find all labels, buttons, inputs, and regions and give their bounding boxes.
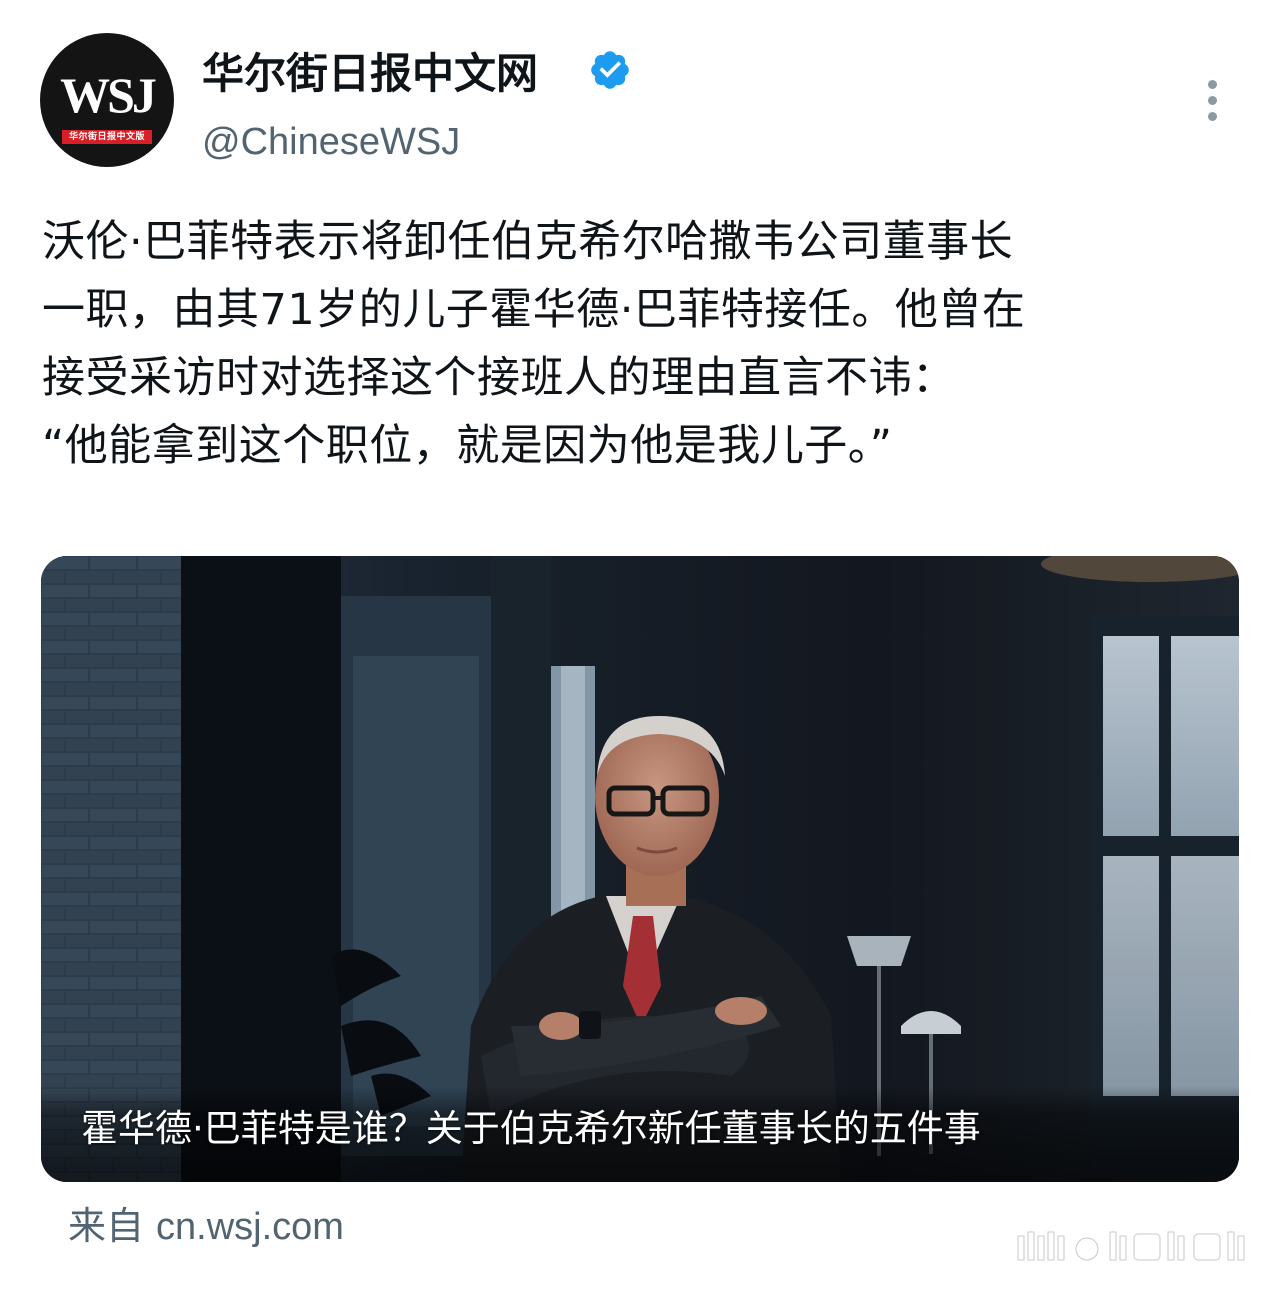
tweet-text-line: “他能拿到这个职位，就是因为他是我儿子。” [42,421,893,471]
more-vertical-icon[interactable] [1196,74,1230,128]
tweet-header: WSJ 华尔街日报中文版 华尔街日报中文网 @ChineseWSJ [0,0,1280,180]
tweet-text-line: 沃伦·巴菲特表示将卸任伯克希尔哈撒韦公司董事长 [42,217,1014,267]
display-name[interactable]: 华尔街日报中文网 [202,44,538,104]
source-domain[interactable]: cn.wsj.com [156,1206,344,1248]
link-preview-card[interactable]: 霍华德·巴菲特是谁？关于伯克希尔新任董事长的五件事 [41,556,1239,1182]
tweet-text-line: 一职，由其71岁的儿子霍华德·巴菲特接任。他曾在 [42,285,1026,335]
tweet-text: 沃伦·巴菲特表示将卸任伯克希尔哈撒韦公司董事长 一职，由其71岁的儿子霍华德·巴… [42,208,1242,480]
avatar[interactable]: WSJ 华尔街日报中文版 [40,33,174,167]
watermark-graphic [1017,1231,1245,1261]
verified-badge-icon [591,51,629,89]
source-prefix: 来自 [68,1204,145,1248]
link-preview-title[interactable]: 霍华德·巴菲特是谁？关于伯克希尔新任董事长的五件事 [81,1101,981,1157]
user-handle[interactable]: @ChineseWSJ [202,116,460,168]
avatar-logo-text: WSJ [60,67,157,123]
tweet-text-line: 接受采访时对选择这个接班人的理由直言不讳： [42,353,956,403]
source-link[interactable]: 来自 cn.wsj.com [68,1198,344,1255]
avatar-logo-subtext: 华尔街日报中文版 [62,130,152,144]
